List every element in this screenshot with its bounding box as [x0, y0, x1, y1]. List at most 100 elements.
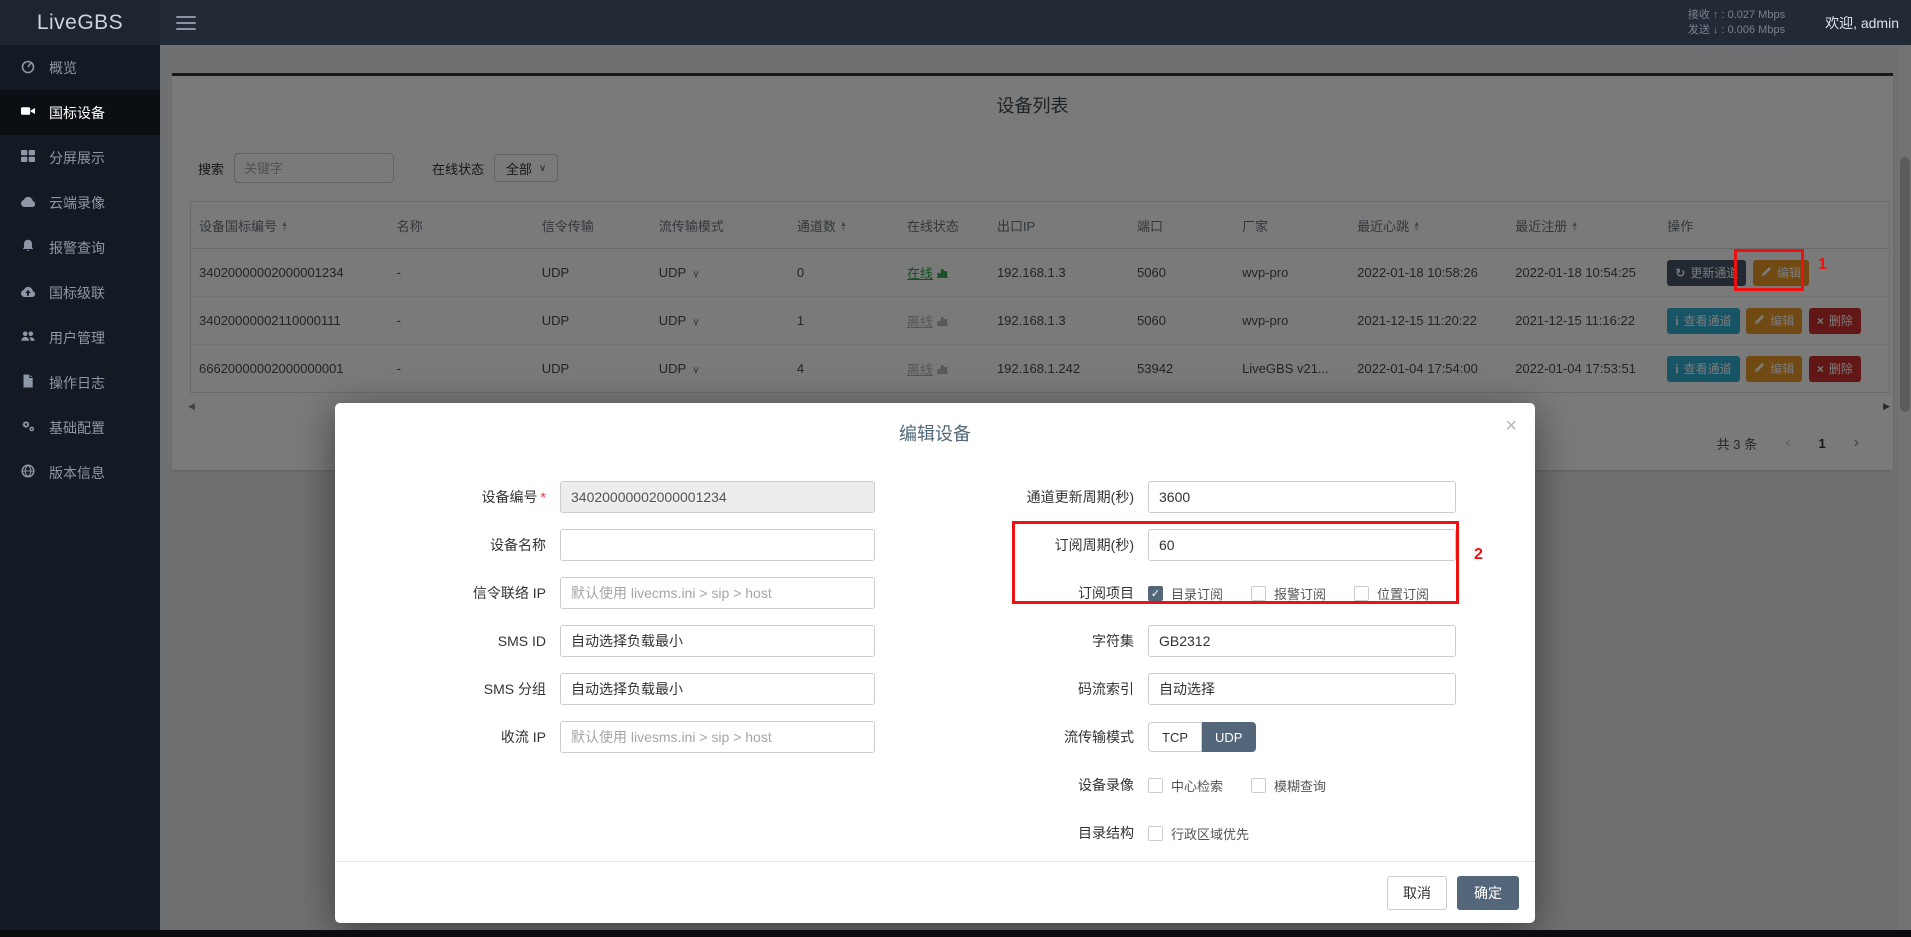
sidebar-item-label: 概览	[49, 58, 77, 78]
field-label: 订阅周期(秒)	[966, 535, 1134, 555]
sidebar-item-label: 用户管理	[49, 328, 105, 348]
admin-region-first-checkbox[interactable]: ✓	[1148, 826, 1163, 841]
sidebar-item-alarm-query[interactable]: 报警查询	[0, 225, 160, 270]
form-row-signal-contact-ip: 信令联络 IP	[366, 569, 875, 617]
form-row-sms-id: SMS ID 自动选择负载最小	[366, 617, 875, 665]
sidebar-item-split-screen[interactable]: 分屏展示	[0, 135, 160, 180]
stream-receive-ip-input[interactable]	[560, 721, 875, 753]
globe-icon	[20, 463, 36, 482]
cancel-button[interactable]: 取消	[1387, 876, 1447, 910]
device-id-input[interactable]	[560, 481, 875, 513]
form-row-catalog-structure: 目录结构 ✓ 行政区域优先	[966, 809, 1456, 857]
modal-footer: 取消 确定	[335, 861, 1535, 923]
tcp-toggle-button[interactable]: TCP	[1148, 722, 1202, 752]
form-row-device-name: 设备名称	[366, 521, 875, 569]
sidebar-item-gb-devices[interactable]: 国标设备	[0, 90, 160, 135]
cloud-icon	[20, 193, 36, 212]
form-row-subscribe-period: 订阅周期(秒)	[966, 521, 1456, 569]
edit-device-modal: 编辑设备 × 设备编号* 设备名称 信令联络 IP SMS ID 自动选择负载最…	[335, 403, 1535, 923]
file-icon	[20, 373, 36, 392]
checkbox-label: 中心检索	[1171, 776, 1223, 795]
subscribe-period-input[interactable]	[1148, 529, 1456, 561]
gears-icon	[20, 418, 36, 437]
checkbox-label: 位置订阅	[1377, 584, 1429, 603]
topbar: 接收 ↑ : 0.027 Mbps 发送 ↓ : 0.006 Mbps 欢迎, …	[160, 0, 1911, 45]
form-row-stream-transport: 流传输模式 TCP UDP	[966, 713, 1456, 761]
bottom-edge-strip	[0, 930, 1911, 937]
bell-icon	[20, 238, 36, 257]
fuzzy-query-checkbox[interactable]: ✓	[1251, 778, 1266, 793]
annotation-number-step2: 2	[1474, 546, 1483, 564]
sidebar-nav: 概览 国标设备 分屏展示 云端录像 报警查询 国标级联 用户管理 操作日志	[0, 45, 160, 495]
confirm-button[interactable]: 确定	[1457, 876, 1519, 910]
sidebar-item-gb-cascade[interactable]: 国标级联	[0, 270, 160, 315]
position-subscribe-checkbox[interactable]: ✓	[1354, 586, 1369, 601]
udp-toggle-button[interactable]: UDP	[1202, 722, 1256, 752]
checkbox-label: 目录订阅	[1171, 584, 1223, 603]
form-row-subscribe-items: 订阅项目 ✓目录订阅 ✓报警订阅 ✓位置订阅	[966, 569, 1456, 617]
close-icon[interactable]: ×	[1505, 416, 1517, 436]
field-label: 设备录像	[966, 775, 1134, 795]
sidebar-item-overview[interactable]: 概览	[0, 45, 160, 90]
sidebar-item-label: 分屏展示	[49, 148, 105, 168]
sidebar-item-cloud-record[interactable]: 云端录像	[0, 180, 160, 225]
field-label: 通道更新周期(秒)	[966, 487, 1134, 507]
form-row-device-id: 设备编号*	[366, 473, 875, 521]
sidebar: LiveGBS 概览 国标设备 分屏展示 云端录像 报警查询 国标级联 用户管理	[0, 0, 160, 937]
field-label: 设备编号	[482, 489, 538, 505]
sidebar-item-label: 国标设备	[49, 103, 105, 123]
stream-index-select[interactable]: 自动选择	[1148, 673, 1456, 705]
sidebar-item-label: 操作日志	[49, 373, 105, 393]
form-column-left: 设备编号* 设备名称 信令联络 IP SMS ID 自动选择负载最小 SMS 分…	[366, 473, 875, 761]
signal-contact-ip-input[interactable]	[560, 577, 875, 609]
required-asterisk: *	[541, 489, 546, 505]
field-label: 信令联络 IP	[366, 583, 546, 603]
sms-id-select[interactable]: 自动选择负载最小	[560, 625, 875, 657]
field-label: SMS 分组	[366, 679, 546, 699]
device-name-input[interactable]	[560, 529, 875, 561]
sidebar-item-version-info[interactable]: 版本信息	[0, 450, 160, 495]
sms-group-select[interactable]: 自动选择负载最小	[560, 673, 875, 705]
network-traffic: 接收 ↑ : 0.027 Mbps 发送 ↓ : 0.006 Mbps	[1688, 8, 1785, 38]
form-column-right: 通道更新周期(秒) 订阅周期(秒) 订阅项目 ✓目录订阅 ✓报警订阅 ✓位置订阅…	[966, 473, 1456, 857]
sidebar-item-operation-log[interactable]: 操作日志	[0, 360, 160, 405]
field-label: 目录结构	[966, 823, 1134, 843]
video-camera-icon	[20, 103, 36, 122]
sidebar-item-label: 报警查询	[49, 238, 105, 258]
traffic-send: 发送 ↓ : 0.006 Mbps	[1688, 23, 1785, 38]
cloud-upload-icon	[20, 283, 36, 302]
sidebar-item-label: 云端录像	[49, 193, 105, 213]
field-label: 收流 IP	[366, 727, 546, 747]
sidebar-item-label: 国标级联	[49, 283, 105, 303]
checkbox-label: 行政区域优先	[1171, 824, 1249, 843]
channel-refresh-period-input[interactable]	[1148, 481, 1456, 513]
form-row-sms-group: SMS 分组 自动选择负载最小	[366, 665, 875, 713]
sidebar-item-label: 版本信息	[49, 463, 105, 483]
sidebar-item-basic-config[interactable]: 基础配置	[0, 405, 160, 450]
modal-title: 编辑设备	[335, 403, 1535, 446]
checkbox-label: 报警订阅	[1274, 584, 1326, 603]
users-icon	[20, 328, 36, 347]
field-label: 流传输模式	[966, 727, 1134, 747]
form-row-stream-index: 码流索引 自动选择	[966, 665, 1456, 713]
sidebar-item-label: 基础配置	[49, 418, 105, 438]
center-search-checkbox[interactable]: ✓	[1148, 778, 1163, 793]
form-row-device-record: 设备录像 ✓ 中心检索 ✓ 模糊查询	[966, 761, 1456, 809]
alarm-subscribe-checkbox[interactable]: ✓	[1251, 586, 1266, 601]
form-row-charset: 字符集 GB2312	[966, 617, 1456, 665]
gauge-icon	[20, 58, 36, 77]
hamburger-menu-icon[interactable]	[176, 12, 196, 34]
catalog-subscribe-checkbox[interactable]: ✓	[1148, 586, 1163, 601]
form-row-stream-receive-ip: 收流 IP	[366, 713, 875, 761]
field-label: 设备名称	[366, 535, 546, 555]
charset-select[interactable]: GB2312	[1148, 625, 1456, 657]
field-label: SMS ID	[366, 633, 546, 649]
field-label: 码流索引	[966, 679, 1134, 699]
sidebar-item-user-management[interactable]: 用户管理	[0, 315, 160, 360]
grid-icon	[20, 148, 36, 167]
annotation-number-step1: 1	[1818, 256, 1827, 274]
app-logo: LiveGBS	[0, 0, 160, 45]
modal-body: 设备编号* 设备名称 信令联络 IP SMS ID 自动选择负载最小 SMS 分…	[335, 461, 1535, 861]
welcome-user[interactable]: 欢迎, admin	[1825, 13, 1899, 33]
checkbox-label: 模糊查询	[1274, 776, 1326, 795]
